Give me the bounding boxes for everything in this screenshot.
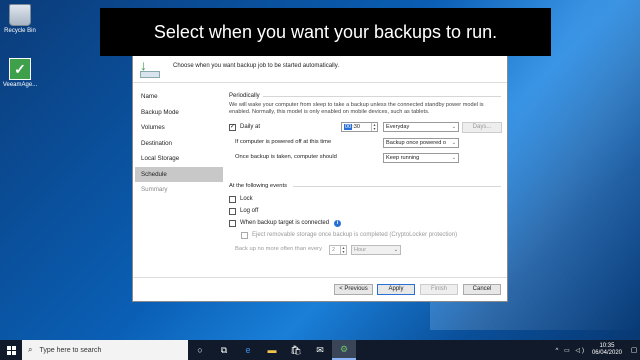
group-divider (293, 186, 501, 187)
clock[interactable]: 10:35 06/04/2020 (592, 343, 622, 357)
daily-at-label: Daily at (240, 124, 261, 130)
target-connected-label: When backup target is connected (240, 220, 330, 226)
system-tray: ^ ▭ ◁) 10:35 06/04/2020 ▢ (556, 340, 640, 360)
daily-at-checkbox[interactable]: ✓ (229, 123, 236, 131)
windows-logo-icon (6, 345, 16, 355)
eject-row: Eject removable storage once backup is c… (241, 230, 457, 240)
desktop-icon-label: Recycle Bin (4, 28, 36, 34)
step-description: Choose when you want backup job to be st… (173, 63, 339, 69)
lock-row: Lock (229, 194, 253, 204)
target-connected-row: When backup target is connected i (229, 218, 342, 228)
apply-button[interactable]: Apply (377, 284, 415, 295)
time-hour: 00 (344, 124, 353, 130)
schedule-settings: Periodically We will wake your computer … (229, 93, 502, 273)
limit-value-spinner[interactable]: 2 ▲ ▼ (329, 245, 347, 255)
start-button[interactable] (0, 340, 22, 360)
store-icon[interactable]: 🛍 (284, 340, 308, 360)
tutorial-banner: Select when you want your backups to run… (100, 8, 551, 56)
nav-step-local-storage[interactable]: Local Storage (135, 151, 223, 167)
edge-browser-icon[interactable]: e (236, 340, 260, 360)
powered-off-value: Backup once powered o (386, 140, 447, 146)
windows-taskbar: ⌕ Type here to search ○ ⧉ e ▬ 🛍 ✉ ⚙ ^ ▭ … (0, 340, 640, 360)
nav-step-schedule[interactable]: Schedule (135, 166, 223, 182)
tray-icons[interactable]: ^ ▭ ◁) (556, 347, 586, 354)
after-backup-select[interactable]: Keep running ⌄ (383, 153, 459, 163)
after-backup-label: Once backup is taken, computer should (235, 154, 337, 160)
cortana-icon[interactable]: ○ (188, 340, 212, 360)
daily-time-picker[interactable]: 00:30 ▲ ▼ (341, 122, 378, 132)
powered-off-label: If computer is powered off at this time (235, 139, 332, 145)
nav-step-backup-mode[interactable]: Backup Mode (135, 105, 223, 121)
powered-off-select[interactable]: Backup once powered o ⌄ (383, 138, 459, 148)
events-group-title: At the following events (229, 183, 288, 189)
taskbar-search-box[interactable]: ⌕ Type here to search (22, 340, 188, 360)
limit-unit-select[interactable]: Hour ⌄ (351, 245, 401, 255)
frequency-value: Everyday (386, 124, 410, 130)
clock-time: 10:35 (599, 343, 615, 349)
notifications-icon[interactable]: ▢ (628, 340, 640, 360)
recycle-bin-icon (9, 4, 31, 26)
limit-spinner-icon[interactable]: ▲ ▼ (340, 246, 346, 254)
desktop-icon-recycle-bin[interactable]: Recycle Bin (0, 4, 40, 34)
search-placeholder: Type here to search (39, 346, 102, 354)
nav-step-destination[interactable]: Destination (135, 136, 223, 152)
nav-step-name[interactable]: Name (135, 89, 223, 105)
after-backup-value: Keep running (386, 155, 420, 161)
daily-at-row: ✓ Daily at (229, 122, 260, 132)
chevron-down-icon: ⌄ (451, 155, 456, 161)
mail-icon[interactable]: ✉ (308, 340, 332, 360)
search-icon: ⌕ (28, 345, 33, 354)
lock-label: Lock (240, 196, 253, 202)
logoff-row: Log off (229, 206, 258, 216)
time-minutes: :30 (352, 124, 361, 130)
desktop-icon-label: VeeamAge... (2, 82, 38, 88)
veeam-agent-taskbar-icon[interactable]: ⚙ (332, 340, 356, 360)
nav-step-summary: Summary (141, 186, 168, 193)
backup-job-wizard-dialog: ↓ Choose when you want backup job to be … (132, 40, 508, 302)
periodically-description: We will wake your computer from sleep to… (229, 102, 484, 115)
chevron-down-icon: ⌄ (451, 140, 456, 146)
finish-button[interactable]: Finish (420, 284, 458, 295)
schedule-step-icon: ↓ (140, 58, 164, 81)
wizard-step-nav: Name Backup Mode Volumes Destination Loc… (135, 89, 223, 198)
clock-date: 06/04/2020 (591, 350, 622, 356)
time-spinner-icon[interactable]: ▲ ▼ (371, 123, 377, 131)
limit-unit-value: Hour (354, 247, 367, 253)
limit-value: 2 (332, 247, 336, 253)
eject-label: Eject removable storage once backup is c… (252, 232, 458, 238)
lock-checkbox[interactable] (229, 195, 236, 203)
task-view-icon[interactable]: ⧉ (212, 340, 236, 360)
veeam-app-icon: ✓ (9, 58, 31, 80)
target-connected-checkbox[interactable] (229, 219, 236, 227)
group-divider (263, 96, 501, 97)
info-icon[interactable]: i (334, 219, 342, 227)
frequency-select[interactable]: Everyday ⌄ (383, 122, 459, 132)
logoff-label: Log off (240, 208, 259, 214)
file-explorer-icon[interactable]: ▬ (260, 340, 284, 360)
limit-label: Back up no more often than every (235, 246, 323, 252)
chevron-down-icon: ⌄ (393, 247, 398, 253)
desktop-icon-veeam-agent[interactable]: ✓ VeeamAge... (0, 58, 40, 88)
footer-divider (133, 277, 507, 278)
previous-button[interactable]: < Previous (334, 284, 373, 295)
days-button[interactable]: Days... (462, 122, 502, 133)
banner-text: Select when you want your backups to run… (153, 21, 498, 42)
logoff-checkbox[interactable] (229, 207, 236, 215)
eject-checkbox[interactable] (241, 231, 248, 239)
chevron-down-icon: ⌄ (451, 124, 456, 130)
nav-step-volumes[interactable]: Volumes (135, 120, 223, 136)
cancel-button[interactable]: Cancel (463, 284, 501, 295)
